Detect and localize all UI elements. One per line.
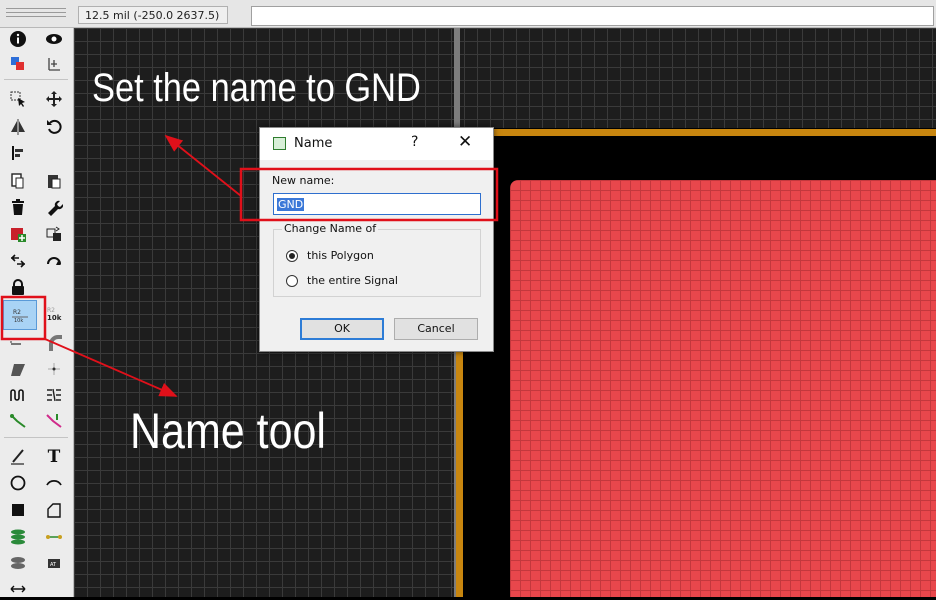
autoroute-icon[interactable]	[5, 410, 31, 432]
lock-icon[interactable]	[5, 276, 31, 298]
svg-text:10k: 10k	[47, 314, 62, 322]
help-button[interactable]: ?	[411, 134, 418, 150]
toolbar-grip[interactable]	[6, 8, 66, 20]
new-name-value: GND	[277, 198, 305, 211]
left-toolbar: R2 10k R2 10k T AT	[0, 28, 74, 597]
board-outline-top	[488, 129, 936, 136]
split-icon[interactable]	[5, 358, 31, 380]
command-line-input[interactable]	[251, 6, 934, 26]
svg-text:10k: 10k	[14, 318, 23, 324]
ok-button[interactable]: OK	[300, 318, 384, 340]
new-name-input[interactable]: GND	[273, 193, 481, 215]
toolbar-divider	[4, 79, 68, 80]
hole-icon[interactable]	[5, 552, 31, 574]
circle-icon[interactable]	[5, 472, 31, 494]
attribute-icon[interactable]: AT	[41, 552, 67, 574]
mark-icon[interactable]	[41, 53, 67, 75]
layer-display-icon[interactable]	[5, 53, 31, 75]
smash-icon[interactable]	[5, 332, 31, 354]
line-icon[interactable]	[41, 410, 67, 432]
dialog-titlebar[interactable]: Name ? ✕	[260, 128, 493, 160]
signal-icon[interactable]	[41, 526, 67, 548]
wire-icon[interactable]	[5, 446, 31, 468]
toolbar-divider	[4, 437, 68, 438]
polygon-icon[interactable]	[41, 499, 67, 521]
board-outline-left	[456, 330, 463, 597]
miter-icon[interactable]	[41, 332, 67, 354]
meander-icon[interactable]	[41, 358, 67, 380]
group-title: Change Name of	[282, 222, 379, 235]
replace-icon[interactable]	[41, 223, 67, 245]
radio-entire-signal[interactable]	[286, 275, 298, 287]
info-icon[interactable]	[5, 28, 31, 50]
ripup-icon[interactable]	[5, 384, 31, 406]
dialog-title: Name	[294, 136, 333, 151]
callout-name-tool: Name tool	[130, 403, 326, 459]
radio-label-entire-signal[interactable]: the entire Signal	[307, 274, 398, 287]
value-tool-icon[interactable]: R2 10k	[41, 303, 67, 325]
name-dialog: Name ? ✕ New name: GND Change Name of th…	[259, 127, 494, 352]
route-icon[interactable]	[41, 384, 67, 406]
svg-text:R2: R2	[13, 309, 21, 316]
add-icon[interactable]	[5, 223, 31, 245]
copper-polygon[interactable]	[510, 180, 936, 597]
rotate-icon[interactable]	[41, 116, 67, 138]
move-icon[interactable]	[41, 88, 67, 110]
svg-text:AT: AT	[50, 562, 57, 568]
copy-icon[interactable]	[5, 170, 31, 192]
paste-icon[interactable]	[41, 170, 67, 192]
name-tool-icon[interactable]: R2 10k	[3, 300, 37, 330]
coordinate-display: 12.5 mil (-250.0 2637.5)	[78, 6, 228, 24]
mirror-icon[interactable]	[5, 116, 31, 138]
cancel-button[interactable]: Cancel	[394, 318, 478, 340]
text-icon[interactable]: T	[41, 446, 67, 468]
swap-icon[interactable]	[5, 250, 31, 272]
new-name-label: New name:	[272, 174, 335, 187]
eye-icon[interactable]	[41, 28, 67, 50]
radio-label-this-polygon[interactable]: this Polygon	[307, 249, 374, 262]
callout-set-name: Set the name to GND	[92, 66, 421, 110]
via-icon[interactable]	[5, 526, 31, 548]
status-bar: 12.5 mil (-250.0 2637.5)	[0, 0, 936, 28]
radio-this-polygon[interactable]	[286, 250, 298, 262]
close-icon[interactable]: ✕	[458, 132, 472, 152]
wrench-icon[interactable]	[41, 196, 67, 218]
rectangle-icon[interactable]	[5, 499, 31, 521]
select-icon[interactable]	[5, 88, 31, 110]
svg-text:R2: R2	[47, 307, 55, 314]
change-name-of-group: Change Name of this Polygon the entire S…	[273, 222, 481, 297]
app-icon	[273, 137, 286, 150]
optimize-icon[interactable]	[41, 250, 67, 272]
arc-icon[interactable]	[41, 472, 67, 494]
delete-icon[interactable]	[5, 196, 31, 218]
align-icon[interactable]	[5, 142, 31, 164]
